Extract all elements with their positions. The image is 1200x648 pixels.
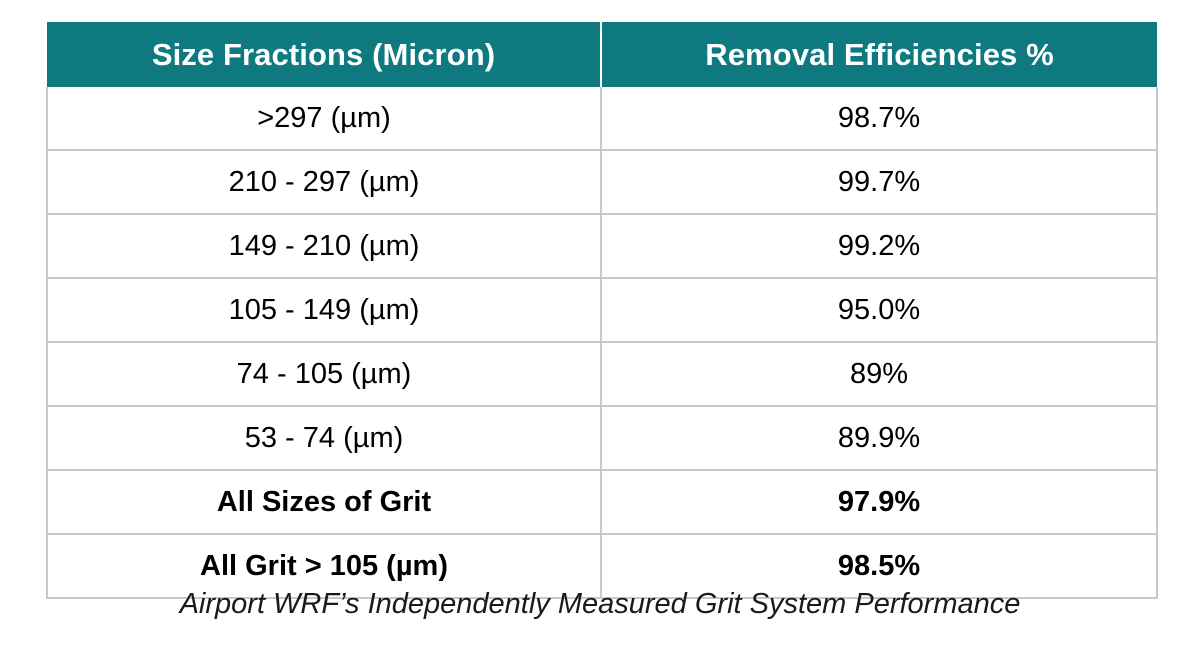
cell-size-fraction: 105 - 149 (µm) (46, 278, 602, 343)
column-header-size-fractions: Size Fractions (Micron) (47, 22, 601, 87)
page-root: Size Fractions (Micron) Removal Efficien… (0, 0, 1200, 648)
table-row: 210 - 297 (µm) 99.7% (46, 150, 1158, 215)
table-body: >297 (µm) 98.7% 210 - 297 (µm) 99.7% 149… (46, 87, 1158, 599)
cell-removal-efficiency: 99.2% (600, 214, 1158, 279)
table-row: 53 - 74 (µm) 89.9% (46, 406, 1158, 471)
table-row: 105 - 149 (µm) 95.0% (46, 278, 1158, 343)
cell-removal-efficiency: 89% (600, 342, 1158, 407)
cell-size-fraction: 149 - 210 (µm) (46, 214, 602, 279)
table-row: 74 - 105 (µm) 89% (46, 342, 1158, 407)
cell-size-fraction: 53 - 74 (µm) (46, 406, 602, 471)
table-header-row: Size Fractions (Micron) Removal Efficien… (47, 22, 1157, 87)
table-row: >297 (µm) 98.7% (46, 87, 1158, 151)
cell-size-fraction: All Sizes of Grit (46, 470, 602, 535)
grit-performance-table: Size Fractions (Micron) Removal Efficien… (46, 22, 1158, 599)
cell-size-fraction: 74 - 105 (µm) (46, 342, 602, 407)
table-row: 149 - 210 (µm) 99.2% (46, 214, 1158, 279)
cell-removal-efficiency: 89.9% (600, 406, 1158, 471)
cell-removal-efficiency: 95.0% (600, 278, 1158, 343)
table-header: Size Fractions (Micron) Removal Efficien… (47, 22, 1157, 87)
cell-removal-efficiency: 99.7% (600, 150, 1158, 215)
cell-size-fraction: >297 (µm) (46, 87, 602, 151)
cell-removal-efficiency: 98.7% (600, 87, 1158, 151)
column-header-removal-efficiencies: Removal Efficiencies % (600, 22, 1157, 87)
table-caption: Airport WRF’s Independently Measured Gri… (179, 588, 1021, 620)
table-row-summary: All Sizes of Grit 97.9% (46, 470, 1158, 535)
cell-removal-efficiency: 97.9% (600, 470, 1158, 535)
cell-size-fraction: 210 - 297 (µm) (46, 150, 602, 215)
